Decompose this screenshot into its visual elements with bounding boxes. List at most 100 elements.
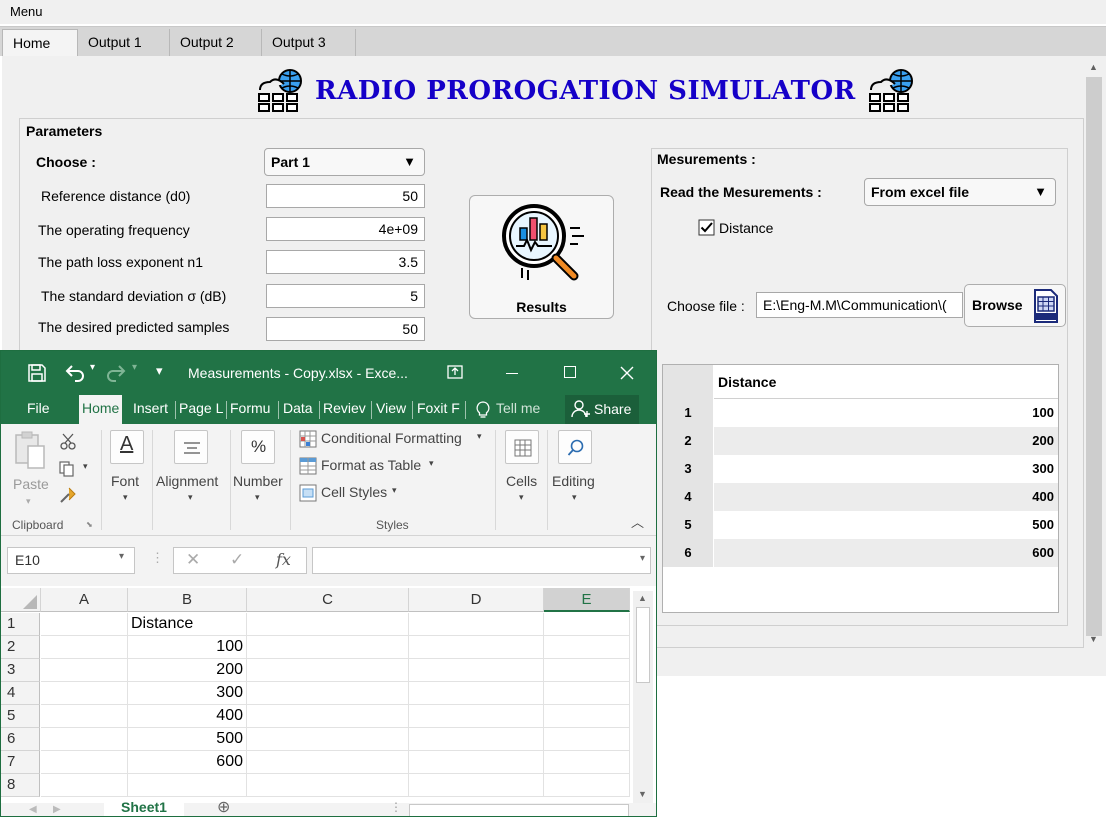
font-icon[interactable]: A <box>110 430 144 464</box>
row-header[interactable]: 1 <box>1 613 40 636</box>
tab-home[interactable]: Home <box>2 29 78 57</box>
file-path-input[interactable]: E:\Eng-M.M\Communication\( <box>756 292 963 318</box>
cell-a6[interactable] <box>41 728 128 751</box>
row-header[interactable]: 4 <box>1 682 40 705</box>
scroll-up-icon[interactable]: ▲ <box>1089 62 1098 72</box>
ribbon-tab-file[interactable]: File <box>27 400 50 416</box>
cell-c7[interactable] <box>247 751 409 774</box>
name-box-dropdown-icon[interactable]: ▾ <box>119 551 124 562</box>
cell-c8[interactable] <box>247 774 409 797</box>
maximize-icon[interactable] <box>564 366 576 378</box>
part-select[interactable]: Part 1 ▼ <box>264 148 425 176</box>
paste-icon[interactable] <box>13 430 47 474</box>
sheet-tab[interactable]: Sheet1 <box>104 799 184 816</box>
table-row[interactable]: 3 300 <box>663 455 1058 483</box>
path-loss-exponent-input[interactable]: 3.5 <box>266 250 425 274</box>
table-row[interactable]: 5 500 <box>663 511 1058 539</box>
excel-window[interactable]: ▾ ▾ ▾ Measurements - Copy.xlsx - Exce...… <box>0 350 657 817</box>
column-header-distance[interactable]: Distance <box>714 365 1058 399</box>
cell-b4[interactable]: 300 <box>128 682 247 705</box>
scroll-down-icon[interactable]: ▼ <box>638 789 647 799</box>
tab-output-1[interactable]: Output 1 <box>78 29 170 57</box>
conditional-formatting-button[interactable]: Conditional Formatting <box>321 430 462 446</box>
table-row[interactable]: 4 400 <box>663 483 1058 511</box>
ribbon-tab-home[interactable]: Home <box>79 395 123 424</box>
cancel-entry-icon[interactable]: ✕ <box>186 550 200 570</box>
redo-icon[interactable] <box>106 364 126 382</box>
close-icon[interactable] <box>620 366 634 380</box>
column-header-d[interactable]: D <box>409 588 544 612</box>
table-row[interactable]: 2 200 <box>663 427 1058 455</box>
scroll-down-icon[interactable]: ▼ <box>1089 634 1098 644</box>
cell-styles-button[interactable]: Cell Styles <box>321 484 387 500</box>
save-icon[interactable] <box>28 364 46 382</box>
cell-b2[interactable]: 100 <box>128 636 247 659</box>
undo-dropdown-icon[interactable]: ▾ <box>90 362 95 373</box>
cell-b8[interactable] <box>128 774 247 797</box>
measurements-table[interactable]: Distance 1 100 2 200 3 300 4 400 5 500 6 600 <box>662 364 1059 613</box>
editing-icon[interactable] <box>558 430 592 464</box>
ribbon-display-icon[interactable] <box>447 365 463 379</box>
horizontal-scrollbar[interactable] <box>409 804 629 816</box>
ribbon-tab-insert[interactable]: Insert <box>133 400 168 416</box>
cell-e1[interactable] <box>544 613 630 636</box>
row-header[interactable]: 3 <box>1 659 40 682</box>
read-source-select[interactable]: From excel file ▼ <box>864 178 1056 206</box>
tab-output-2[interactable]: Output 2 <box>170 29 262 57</box>
alignment-icon[interactable] <box>174 430 208 464</box>
operating-frequency-input[interactable]: 4e+09 <box>266 217 425 241</box>
cell-b7[interactable]: 600 <box>128 751 247 774</box>
column-header-a[interactable]: A <box>41 588 128 612</box>
cell-a7[interactable] <box>41 751 128 774</box>
ribbon-tab-review[interactable]: Reviev <box>323 400 366 416</box>
cell-e2[interactable] <box>544 636 630 659</box>
scrollbar-thumb[interactable] <box>1086 77 1102 636</box>
row-header[interactable]: 8 <box>1 774 40 797</box>
ribbon-tab-foxit[interactable]: Foxit F <box>417 400 460 416</box>
cell-a3[interactable] <box>41 659 128 682</box>
ribbon-tab-view[interactable]: View <box>376 400 406 416</box>
cell-c2[interactable] <box>247 636 409 659</box>
column-header-c[interactable]: C <box>247 588 409 612</box>
sheet-prev-icon[interactable]: ◀ <box>29 804 37 815</box>
column-header-b[interactable]: B <box>128 588 247 612</box>
minimize-icon[interactable] <box>506 373 518 374</box>
collapse-ribbon-icon[interactable]: ︿ <box>631 512 644 531</box>
cells-group-label[interactable]: Cells <box>506 473 537 489</box>
tell-me-search[interactable]: Tell me <box>496 400 540 416</box>
cell-d4[interactable] <box>409 682 544 705</box>
insert-function-icon[interactable]: fx <box>276 550 291 569</box>
cell-e6[interactable] <box>544 728 630 751</box>
menu-label[interactable]: Menu <box>10 4 43 19</box>
share-button[interactable]: Share <box>565 395 639 424</box>
number-group-label[interactable]: Number <box>233 473 283 489</box>
cell-e7[interactable] <box>544 751 630 774</box>
distance-checkbox[interactable] <box>698 219 716 237</box>
add-sheet-icon[interactable]: ⊕ <box>217 797 230 816</box>
cell-a8[interactable] <box>41 774 128 797</box>
number-format-icon[interactable]: % <box>241 430 275 464</box>
cell-c3[interactable] <box>247 659 409 682</box>
cell-d6[interactable] <box>409 728 544 751</box>
cell-d2[interactable] <box>409 636 544 659</box>
results-button[interactable]: Results <box>469 195 614 319</box>
confirm-entry-icon[interactable]: ✓ <box>230 550 244 570</box>
undo-icon[interactable] <box>65 364 85 382</box>
row-header[interactable]: 5 <box>1 705 40 728</box>
ribbon-tab-data[interactable]: Data <box>283 400 313 416</box>
ribbon-tab-page-layout[interactable]: Page L <box>179 400 223 416</box>
cell-a4[interactable] <box>41 682 128 705</box>
cell-b3[interactable]: 200 <box>128 659 247 682</box>
copy-icon[interactable] <box>59 461 75 477</box>
cell-e4[interactable] <box>544 682 630 705</box>
cell-a5[interactable] <box>41 705 128 728</box>
cell-d7[interactable] <box>409 751 544 774</box>
cell-c6[interactable] <box>247 728 409 751</box>
format-painter-icon[interactable] <box>59 487 77 503</box>
worksheet-grid[interactable]: A B C D E 1 Distance 2 100 3 200 4 300 5 400 6 500 7… <box>1 586 631 806</box>
cell-d1[interactable] <box>409 613 544 636</box>
customize-toolbar-icon[interactable]: ▾ <box>156 363 163 379</box>
menu-bar[interactable]: Menu <box>0 0 1106 24</box>
standard-deviation-input[interactable]: 5 <box>266 284 425 308</box>
cell-a1[interactable] <box>41 613 128 636</box>
